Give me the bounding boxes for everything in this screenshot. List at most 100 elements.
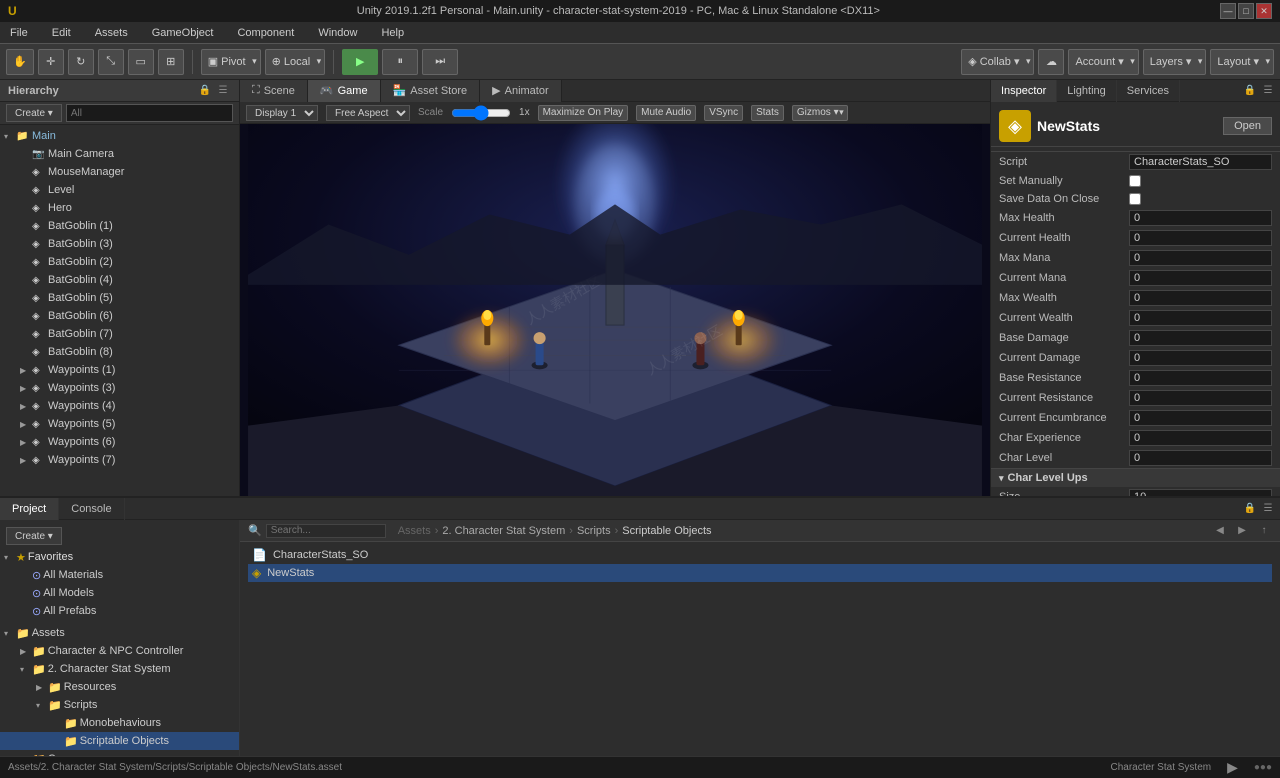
hierarchy-item-waypoints3[interactable]: ▶ ◈ Waypoints (3) [0, 379, 239, 397]
tab-services[interactable]: Services [1117, 80, 1180, 102]
hierarchy-item-batgoblin3[interactable]: ◈ BatGoblin (3) [0, 235, 239, 253]
vsync-button[interactable]: VSync [704, 105, 743, 121]
hierarchy-item-batgoblin6[interactable]: ◈ BatGoblin (6) [0, 307, 239, 325]
play-button[interactable]: ▶ [342, 49, 378, 75]
gizmos-button[interactable]: Gizmos ▾ [792, 105, 848, 121]
stats-button[interactable]: Stats [751, 105, 784, 121]
set-manually-checkbox[interactable] [1129, 175, 1141, 187]
asset-common[interactable]: 📁 Common [0, 750, 239, 756]
asset-npc-controller[interactable]: ▶ 📁 Character & NPC Controller [0, 642, 239, 660]
tab-inspector[interactable]: Inspector [991, 80, 1057, 102]
current-mana-input[interactable] [1129, 270, 1272, 286]
inspector-lock-button[interactable]: 🔒 [1242, 83, 1258, 99]
menu-assets[interactable]: Assets [91, 25, 132, 41]
current-wealth-input[interactable] [1129, 310, 1272, 326]
project-lock-button[interactable]: 🔒 [1242, 501, 1258, 517]
assets-root[interactable]: ▾ 📁 Assets [0, 624, 239, 642]
project-create-button[interactable]: Create ▾ [6, 527, 62, 545]
menu-file[interactable]: File [6, 25, 32, 41]
hierarchy-item-waypoints4[interactable]: ▶ ◈ Waypoints (4) [0, 397, 239, 415]
breadcrumb-nav-back[interactable]: ◀ [1212, 523, 1228, 539]
menu-component[interactable]: Component [233, 25, 298, 41]
collab-button[interactable]: ◈ Collab ▾ [961, 49, 1034, 75]
all-materials-item[interactable]: ⊙ All Materials [0, 566, 239, 584]
breadcrumb-nav-up[interactable]: ↑ [1256, 523, 1272, 539]
aspect-select[interactable]: Free Aspect [326, 105, 410, 121]
menu-gameobject[interactable]: GameObject [148, 25, 218, 41]
asset-resources[interactable]: ▶ 📁 Resources [0, 678, 239, 696]
transform-tool-button[interactable]: ⊞ [158, 49, 184, 75]
breadcrumb-nav-forward[interactable]: ▶ [1234, 523, 1250, 539]
project-search-input[interactable] [266, 524, 386, 538]
max-wealth-input[interactable] [1129, 290, 1272, 306]
hierarchy-item-hero[interactable]: ◈ Hero [0, 199, 239, 217]
menu-window[interactable]: Window [314, 25, 361, 41]
base-resistance-input[interactable] [1129, 370, 1272, 386]
rotate-tool-button[interactable]: ↻ [68, 49, 94, 75]
close-button[interactable]: ✕ [1256, 3, 1272, 19]
current-resistance-input[interactable] [1129, 390, 1272, 406]
hierarchy-item-waypoints5[interactable]: ▶ ◈ Waypoints (5) [0, 415, 239, 433]
hierarchy-item-waypoints6[interactable]: ▶ ◈ Waypoints (6) [0, 433, 239, 451]
favorites-folder[interactable]: ▾ ★ Favorites [0, 548, 239, 566]
breadcrumb-char-stat[interactable]: 2. Character Stat System [442, 525, 565, 537]
local-button[interactable]: ⊕ Local [265, 49, 326, 75]
tab-animator[interactable]: ▶ Animator [480, 80, 562, 102]
file-newstats[interactable]: ◈ NewStats [248, 564, 1272, 582]
all-models-item[interactable]: ⊙ All Models [0, 584, 239, 602]
tab-lighting[interactable]: Lighting [1057, 80, 1117, 102]
maximize-button[interactable]: □ [1238, 3, 1254, 19]
char-level-input[interactable] [1129, 450, 1272, 466]
all-prefabs-item[interactable]: ⊙ All Prefabs [0, 602, 239, 620]
breadcrumb-scripts[interactable]: Scripts [577, 525, 611, 537]
hierarchy-menu-button[interactable]: ☰ [215, 83, 231, 99]
hierarchy-item-batgoblin7[interactable]: ◈ BatGoblin (7) [0, 325, 239, 343]
hand-tool-button[interactable]: ✋ [6, 49, 34, 75]
pivot-button[interactable]: ▣ Pivot [201, 49, 261, 75]
layout-button[interactable]: Layout ▾ [1210, 49, 1274, 75]
hierarchy-create-button[interactable]: Create ▾ [6, 104, 62, 122]
asset-char-stat-system[interactable]: ▾ 📁 2. Character Stat System [0, 660, 239, 678]
tab-scene[interactable]: ⛶ Scene [240, 80, 308, 102]
menu-edit[interactable]: Edit [48, 25, 75, 41]
hierarchy-item-waypoints7[interactable]: ▶ ◈ Waypoints (7) [0, 451, 239, 469]
hierarchy-item-batgoblin4[interactable]: ◈ BatGoblin (4) [0, 271, 239, 289]
rect-tool-button[interactable]: ▭ [128, 49, 154, 75]
asset-scripts[interactable]: ▾ 📁 Scripts [0, 696, 239, 714]
scale-slider[interactable] [451, 108, 511, 118]
project-menu-button[interactable]: ☰ [1260, 501, 1276, 517]
hierarchy-item-batgoblin5[interactable]: ◈ BatGoblin (5) [0, 289, 239, 307]
display-select[interactable]: Display 1 [246, 105, 318, 121]
size-input[interactable] [1129, 489, 1272, 496]
step-button[interactable]: ⏭ [422, 49, 458, 75]
current-health-input[interactable] [1129, 230, 1272, 246]
tab-game[interactable]: 🎮 Game [308, 80, 381, 102]
script-value[interactable] [1129, 154, 1272, 170]
pause-button[interactable]: ⏸ [382, 49, 418, 75]
hierarchy-item-batgoblin8[interactable]: ◈ BatGoblin (8) [0, 343, 239, 361]
tab-console[interactable]: Console [59, 498, 124, 520]
hierarchy-lock-button[interactable]: 🔒 [197, 83, 213, 99]
file-characterstats-so[interactable]: 📄 CharacterStats_SO [248, 546, 1272, 564]
layers-button[interactable]: Layers ▾ [1143, 49, 1207, 75]
maximize-on-play-button[interactable]: Maximize On Play [538, 105, 629, 121]
move-tool-button[interactable]: ✛ [38, 49, 64, 75]
base-damage-input[interactable] [1129, 330, 1272, 346]
hierarchy-item-batgoblin1[interactable]: ◈ BatGoblin (1) [0, 217, 239, 235]
mute-audio-button[interactable]: Mute Audio [636, 105, 696, 121]
tab-project[interactable]: Project [0, 498, 59, 520]
open-button[interactable]: Open [1223, 117, 1272, 135]
hierarchy-search-input[interactable] [66, 104, 233, 122]
asset-scriptable-objects[interactable]: 📁 Scriptable Objects [0, 732, 239, 750]
tab-asset-store[interactable]: 🏪 Asset Store [381, 80, 481, 102]
account-button[interactable]: Account ▾ [1068, 49, 1138, 75]
hierarchy-item-batgoblin2[interactable]: ◈ BatGoblin (2) [0, 253, 239, 271]
cloud-button[interactable]: ☁ [1038, 49, 1064, 75]
scale-tool-button[interactable]: ⤡ [98, 49, 124, 75]
hierarchy-item-waypoints1[interactable]: ▶ ◈ Waypoints (1) [0, 361, 239, 379]
save-data-checkbox[interactable] [1129, 193, 1141, 205]
hierarchy-item-maincamera[interactable]: 📷 Main Camera [0, 145, 239, 163]
char-experience-input[interactable] [1129, 430, 1272, 446]
breadcrumb-scriptable-objects[interactable]: Scriptable Objects [622, 525, 711, 537]
minimize-button[interactable]: — [1220, 3, 1236, 19]
